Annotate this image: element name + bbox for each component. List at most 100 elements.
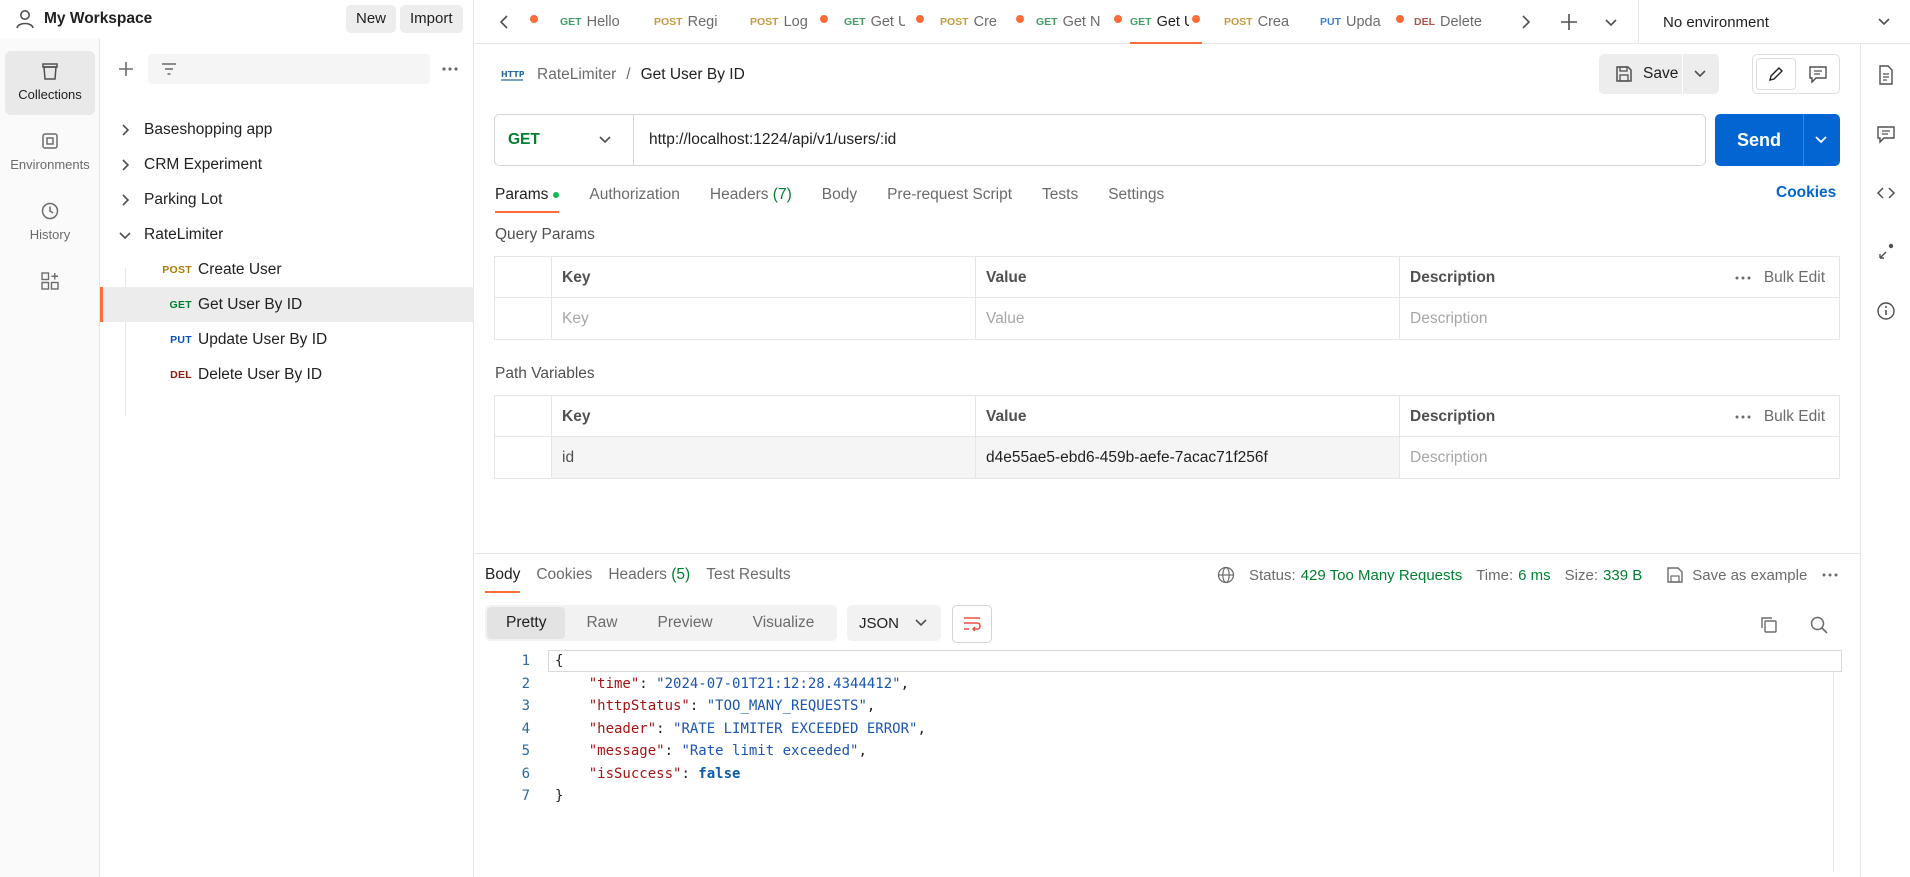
description-input[interactable]: Description [1399, 298, 1839, 339]
more-options-icon[interactable] [1821, 566, 1839, 584]
rail-item-configure[interactable] [5, 261, 95, 325]
chevron-down-icon[interactable] [116, 226, 134, 244]
tab-response-headers[interactable]: Headers (5) [608, 557, 690, 593]
request-tab[interactable]: POST Crea [1224, 0, 1294, 44]
tab-settings[interactable]: Settings [1108, 177, 1164, 213]
chevron-down-icon[interactable] [1598, 9, 1624, 35]
tab-response-body[interactable]: Body [485, 557, 521, 593]
request-tab[interactable]: POST Regi [654, 0, 726, 44]
request-tab-active[interactable]: GET Get U [1130, 0, 1202, 44]
chevron-left-icon[interactable] [492, 9, 518, 35]
more-options-icon[interactable] [440, 59, 460, 79]
request-item-delete-user-by-id[interactable]: DEL Delete User By ID [100, 357, 474, 392]
search-icon[interactable] [1809, 615, 1829, 635]
collection-crm-experiment[interactable]: CRM Experiment [100, 147, 474, 182]
request-tab[interactable]: POST Cre [940, 0, 1026, 44]
breadcrumb-request[interactable]: Get User By ID [641, 66, 745, 84]
collection-baseshopping[interactable]: Baseshopping app [100, 112, 474, 147]
comments-icon[interactable] [1875, 123, 1897, 145]
method-badge: PUT [170, 333, 192, 346]
format-select[interactable]: JSON [847, 605, 941, 641]
key-input[interactable]: Key [551, 298, 975, 339]
tab-params[interactable]: Params [495, 177, 560, 213]
response-divider[interactable] [474, 553, 1860, 554]
url-input[interactable] [649, 131, 1689, 149]
tab-test-results[interactable]: Test Results [706, 557, 790, 593]
new-button[interactable]: New [346, 5, 397, 33]
request-label: Get User By ID [198, 295, 303, 313]
request-tab[interactable] [528, 0, 554, 44]
status-value[interactable]: 429 Too Many Requests [1301, 567, 1463, 584]
search-input[interactable] [148, 54, 430, 84]
chevron-right-icon[interactable] [116, 191, 134, 209]
tab-method: POST [654, 16, 683, 28]
request-tab[interactable]: DEL Delete [1414, 0, 1496, 44]
documentation-icon[interactable] [1875, 64, 1897, 86]
tab-authorization[interactable]: Authorization [589, 177, 679, 213]
workspace-name[interactable]: My Workspace [44, 10, 152, 28]
view-preview[interactable]: Preview [639, 607, 732, 639]
tab-label: Headers [608, 566, 667, 583]
copy-icon[interactable] [1759, 615, 1779, 635]
collection-parking-lot[interactable]: Parking Lot [100, 182, 474, 217]
code-icon[interactable] [1875, 182, 1897, 204]
cookies-link[interactable]: Cookies [1776, 184, 1836, 202]
method-select[interactable]: GET [495, 115, 634, 165]
chevron-down-icon[interactable] [1813, 132, 1829, 148]
request-item-update-user-by-id[interactable]: PUT Update User By ID [100, 322, 474, 357]
request-tab[interactable]: PUT Upda [1320, 0, 1408, 44]
info-icon[interactable] [1875, 300, 1897, 322]
rail-item-collections[interactable]: Collections [5, 51, 95, 115]
collection-ratelimiter[interactable]: RateLimiter [100, 217, 474, 252]
save-button[interactable]: Save [1599, 54, 1719, 94]
bulk-edit-button[interactable]: Bulk Edit [1764, 257, 1825, 298]
value-input[interactable]: Value [975, 298, 1399, 339]
wrap-lines-button[interactable] [952, 605, 992, 643]
tab-body[interactable]: Body [822, 177, 857, 213]
import-button[interactable]: Import [400, 5, 463, 33]
chevron-right-icon[interactable] [116, 156, 134, 174]
tab-headers[interactable]: Headers (7) [710, 177, 792, 213]
edit-button[interactable] [1756, 58, 1796, 90]
status-label: Status: [1249, 566, 1296, 584]
tab-pre-request-script[interactable]: Pre-request Script [887, 177, 1012, 213]
save-as-example-button[interactable]: Save as example [1692, 567, 1807, 584]
request-tab[interactable]: GET Get U [844, 0, 926, 44]
size-value[interactable]: 339 B [1603, 567, 1642, 584]
related-collections-icon[interactable] [1875, 241, 1897, 263]
chevron-right-icon[interactable] [1512, 9, 1538, 35]
tab-response-cookies[interactable]: Cookies [536, 557, 592, 593]
request-tab[interactable]: POST Log [750, 0, 830, 44]
more-options-icon[interactable] [1734, 269, 1752, 287]
tab-label: Body [821, 186, 858, 203]
breadcrumb-collection[interactable]: RateLimiter [537, 66, 616, 84]
rail-item-history[interactable]: History [5, 191, 95, 255]
globe-icon[interactable] [1216, 565, 1236, 585]
chevron-right-icon[interactable] [116, 121, 134, 139]
request-item-get-user-by-id[interactable]: GET Get User By ID [100, 287, 474, 322]
description-input[interactable]: Description [1399, 437, 1839, 478]
collection-label: RateLimiter [144, 225, 224, 243]
path-variable-value[interactable]: d4e55ae5-ebd6-459b-aefe-7acac71f256f [975, 437, 1399, 478]
filter-icon[interactable] [161, 62, 177, 76]
tab-label: Cookies [536, 566, 593, 583]
response-body-editor[interactable]: 1 {2 "time": "2024-07-01T21:12:28.4344412… [494, 650, 1842, 872]
request-tab[interactable]: GET Hello [560, 0, 632, 44]
plus-icon[interactable] [116, 59, 136, 79]
view-raw[interactable]: Raw [567, 607, 636, 639]
rail-item-environments[interactable]: Environments [5, 121, 95, 185]
time-value[interactable]: 6 ms [1518, 567, 1551, 584]
tab-title: Crea [1257, 14, 1290, 30]
request-tab[interactable]: GET Get N [1036, 0, 1124, 44]
more-options-icon[interactable] [1734, 408, 1752, 426]
chevron-down-icon[interactable] [1692, 66, 1708, 82]
tab-tests[interactable]: Tests [1042, 177, 1078, 213]
environment-select[interactable]: No environment [1638, 0, 1910, 44]
comment-icon[interactable] [1808, 64, 1828, 84]
plus-icon[interactable] [1556, 9, 1582, 35]
view-visualize[interactable]: Visualize [734, 607, 834, 639]
view-pretty[interactable]: Pretty [487, 607, 566, 639]
send-button[interactable]: Send [1715, 114, 1840, 166]
request-item-create-user[interactable]: POST Create User [100, 252, 474, 287]
bulk-edit-button[interactable]: Bulk Edit [1764, 396, 1825, 437]
